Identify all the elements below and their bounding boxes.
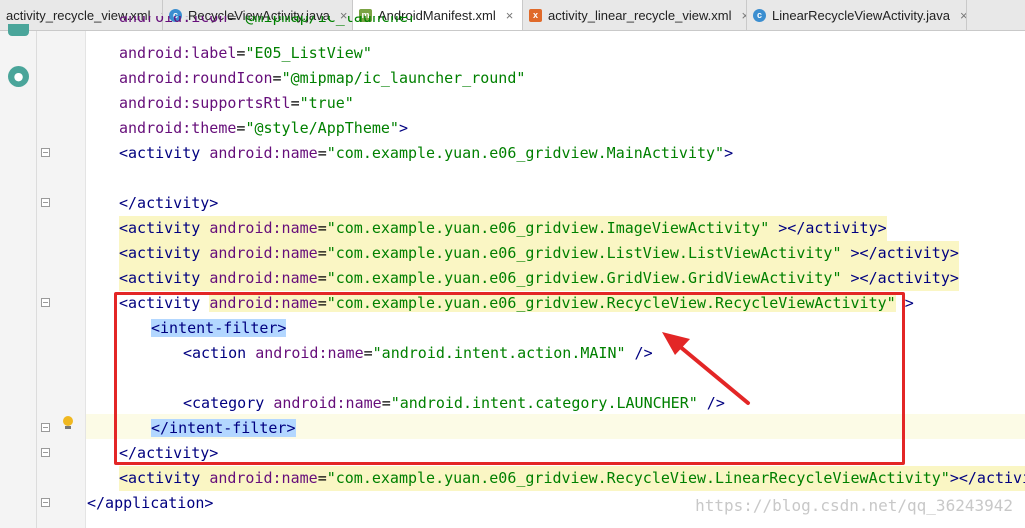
watermark: https://blog.csdn.net/qq_36243942 [695,496,1013,515]
annotation-arrow-icon [662,332,750,405]
